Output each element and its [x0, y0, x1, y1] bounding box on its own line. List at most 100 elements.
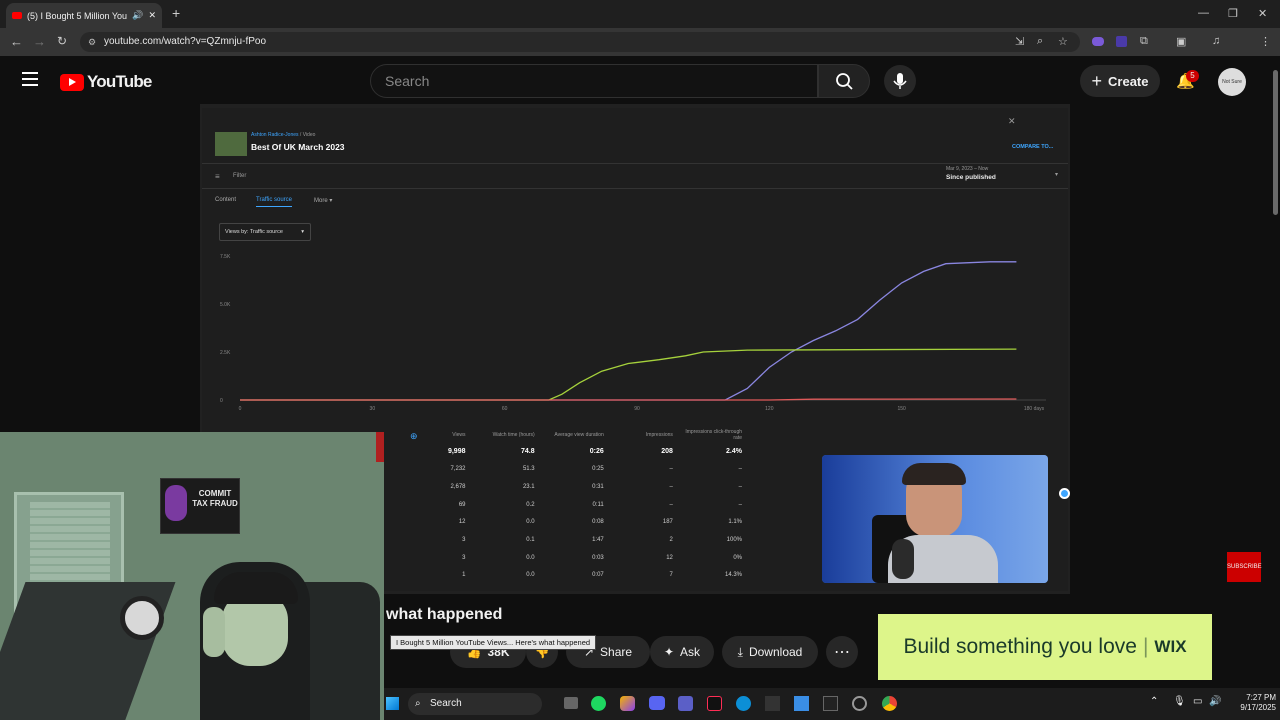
- scrollbar-thumb[interactable]: [1273, 70, 1278, 215]
- series-line-1: [240, 348, 1017, 401]
- table-cell: 0:08: [592, 519, 604, 526]
- teams-icon[interactable]: [678, 696, 693, 711]
- table-header-cell[interactable]: Watch time (hours): [478, 427, 545, 442]
- back-arrow-icon[interactable]: ←: [10, 34, 23, 49]
- windows-start-icon[interactable]: [386, 697, 399, 710]
- edge-icon[interactable]: [736, 696, 751, 711]
- youtube-logo[interactable]: YouTube: [60, 72, 152, 92]
- extensions-puzzle-icon[interactable]: ⧉: [1140, 35, 1148, 48]
- table-cell: –: [738, 501, 742, 508]
- app-icon[interactable]: [794, 696, 809, 711]
- table-cell: –: [669, 484, 673, 491]
- epic-games-icon[interactable]: [823, 696, 838, 711]
- creator-video-inset: [822, 455, 1048, 583]
- tray-chevron-icon[interactable]: ⌃: [1150, 696, 1158, 707]
- tab-title: (5) I Bought 5 Million YouTu: [27, 10, 128, 21]
- date-range-dates: Mar 9, 2023 – Now: [946, 166, 989, 172]
- taskbar-search[interactable]: ⌕ Search: [408, 693, 542, 715]
- search-icon: ⌕: [415, 698, 421, 709]
- forward-arrow-icon[interactable]: →: [33, 34, 46, 49]
- taskbar-search-label: Search: [430, 698, 462, 709]
- table-cell: 0.0: [526, 554, 535, 561]
- table-header-cell[interactable]: Impressions: [616, 427, 683, 442]
- reload-icon[interactable]: ↻: [57, 34, 67, 48]
- youtube-play-icon: [60, 73, 84, 91]
- y-tick-label: 0: [220, 398, 223, 404]
- table-header-cell[interactable]: Average view duration: [547, 427, 614, 442]
- minimize-button[interactable]: —: [1198, 7, 1209, 19]
- filter-icon[interactable]: ≡: [215, 172, 220, 181]
- close-panel-icon[interactable]: ✕: [1008, 116, 1016, 127]
- extension-icon[interactable]: [1092, 37, 1104, 46]
- table-cell: 3: [462, 554, 466, 561]
- tray-mic-icon[interactable]: 🎙: [1173, 696, 1186, 707]
- network-icon[interactable]: ▭: [1193, 696, 1202, 707]
- hamburger-menu-icon[interactable]: [22, 72, 38, 86]
- spotify-icon[interactable]: [591, 696, 606, 711]
- taskbar-clock[interactable]: 7:27 PM 9/17/2025: [1226, 693, 1276, 713]
- tiktok-icon[interactable]: [707, 696, 722, 711]
- table-cell: 0:03: [592, 554, 604, 561]
- zoom-icon[interactable]: ⌕: [1037, 35, 1043, 48]
- wix-ad-banner[interactable]: Build something you love | WIX: [878, 614, 1212, 680]
- table-cell: 0:11: [592, 501, 604, 508]
- sidepanel-icon[interactable]: ▣: [1176, 35, 1186, 48]
- traffic-table: Views Watch time (hours) Average view dura…: [384, 425, 754, 585]
- breadcrumb-page: Video: [302, 132, 316, 138]
- more-actions-button[interactable]: ⋯: [826, 636, 858, 668]
- browser-tab-strip: [0, 0, 1280, 28]
- table-cell: 0.0: [526, 572, 535, 579]
- audio-icon[interactable]: 🔊: [132, 10, 143, 21]
- url-field[interactable]: ⚙ youtube.com/watch?v=QZmnju-fPoo: [80, 32, 1080, 52]
- extension-icon[interactable]: [1116, 36, 1127, 47]
- bookmark-star-icon[interactable]: ☆: [1058, 35, 1068, 48]
- app-icon[interactable]: [765, 696, 780, 711]
- ask-button[interactable]: ✦ Ask: [650, 636, 714, 668]
- copilot-icon[interactable]: [620, 696, 635, 711]
- voice-search-button[interactable]: [884, 65, 916, 97]
- x-tick-label: 0: [239, 406, 242, 412]
- table-row: 3 0.0 0:03 12 0%: [386, 550, 752, 566]
- site-info-icon[interactable]: ⚙: [88, 32, 96, 52]
- traffic-source-dropdown[interactable]: Views by: Traffic source ▾: [219, 223, 311, 241]
- avatar[interactable]: Not Sure: [1218, 68, 1246, 96]
- restore-button[interactable]: ❐: [1228, 7, 1238, 20]
- y-tick-label: 2.5K: [220, 350, 231, 356]
- browser-menu-icon[interactable]: ⋮: [1260, 35, 1271, 48]
- breadcrumb-channel[interactable]: Ashton Radice-Jones: [251, 132, 299, 138]
- date-range-picker[interactable]: Mar 9, 2023 – Now Since published ▾: [946, 166, 1060, 188]
- volume-icon[interactable]: 🔊: [1209, 696, 1221, 707]
- search-input[interactable]: Search: [370, 64, 818, 98]
- table-cell: 69: [458, 501, 466, 508]
- create-button[interactable]: + Create: [1080, 65, 1160, 97]
- search-button[interactable]: [818, 64, 870, 98]
- task-view-icon[interactable]: [564, 697, 578, 709]
- chrome-icon[interactable]: [882, 696, 897, 711]
- app-icon[interactable]: [852, 696, 867, 711]
- studio-video-title[interactable]: Best Of UK March 2023: [251, 142, 345, 152]
- tab-more[interactable]: More ▾: [314, 197, 332, 204]
- x-tick-label: 60: [502, 406, 508, 412]
- info-card-icon[interactable]: [1059, 488, 1070, 499]
- tab-traffic-source[interactable]: Traffic source: [256, 197, 293, 207]
- subscribe-overlay-button[interactable]: SUBSCRIBE: [1227, 552, 1262, 582]
- poster-text: COMMIT TAX FRAUD: [192, 489, 238, 508]
- filter-label[interactable]: Filter: [233, 173, 246, 179]
- tab-close-icon[interactable]: ✕: [148, 10, 156, 21]
- windows-taskbar: ⌕ Search ⌃ 🎙 ▭ 🔊 7:27 PM 9/17/2025: [384, 688, 1280, 720]
- table-header-cell[interactable]: Views: [386, 427, 476, 442]
- table-header-cell[interactable]: Impressions click-through rate: [685, 427, 752, 442]
- close-window-button[interactable]: ✕: [1258, 7, 1267, 20]
- table-cell: 2,678: [450, 484, 466, 491]
- tab-content[interactable]: Content: [215, 197, 236, 203]
- table-cell: –: [738, 466, 742, 473]
- discord-icon[interactable]: [649, 696, 665, 710]
- browser-tab[interactable]: (5) I Bought 5 Million YouTu 🔊 ✕: [6, 3, 162, 28]
- media-control-icon[interactable]: ♫: [1212, 35, 1220, 47]
- notification-count-badge: 5: [1186, 70, 1199, 82]
- install-icon[interactable]: ⇲: [1015, 35, 1024, 48]
- new-tab-button[interactable]: +: [172, 5, 180, 21]
- download-button[interactable]: ⤓ Download: [722, 636, 818, 668]
- compare-to-link[interactable]: COMPARE TO...: [1012, 144, 1053, 150]
- microphone-icon: [893, 73, 907, 89]
